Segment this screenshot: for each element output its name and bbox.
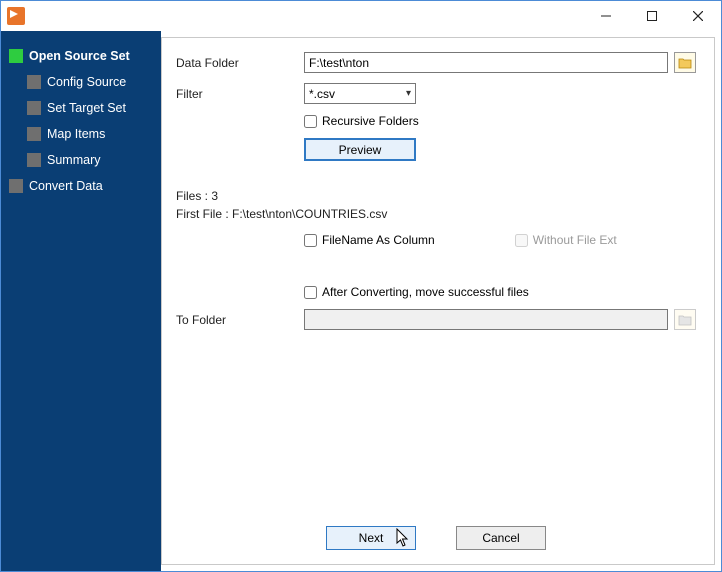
step-box-icon [9,49,23,63]
browse-data-folder-button[interactable] [674,52,696,73]
wizard-window: Open Source Set Config Source Set Target… [0,0,722,572]
close-button[interactable] [675,1,721,31]
step-box-icon [27,153,41,167]
step-box-icon [27,75,41,89]
sidebar-item-label: Set Target Set [47,101,126,115]
browse-to-folder-button [674,309,696,330]
window-buttons [583,1,721,31]
sidebar-item-summary[interactable]: Summary [25,147,157,173]
filename-as-column-checkbox[interactable]: FileName As Column [304,233,435,247]
sidebar-item-label: Map Items [47,127,105,141]
minimize-button[interactable] [583,1,629,31]
cancel-button[interactable]: Cancel [456,526,546,550]
chevron-down-icon: ▾ [406,88,411,99]
sidebar-item-label: Config Source [47,75,126,89]
sidebar-item-label: Summary [47,153,100,167]
filename-as-column-label: FileName As Column [322,233,435,247]
wizard-sidebar: Open Source Set Config Source Set Target… [1,31,161,571]
to-folder-label: To Folder [176,313,304,327]
sidebar-item-set-target-set[interactable]: Set Target Set [25,95,157,121]
files-count-label: Files : 3 [176,189,696,203]
titlebar [1,1,721,31]
step-box-icon [9,179,23,193]
recursive-folders-checkbox[interactable]: Recursive Folders [304,114,419,128]
sidebar-item-convert-data[interactable]: Convert Data [7,173,157,199]
sidebar-item-open-source-set[interactable]: Open Source Set [7,43,157,69]
wizard-footer: Next Cancel [176,516,696,554]
preview-button[interactable]: Preview [304,138,416,161]
folder-icon [678,314,692,326]
sidebar-item-map-items[interactable]: Map Items [25,121,157,147]
next-button[interactable]: Next [326,526,416,550]
without-file-ext-box [515,234,528,247]
app-icon [7,7,25,25]
filename-as-column-box[interactable] [304,234,317,247]
after-converting-label: After Converting, move successful files [322,285,529,299]
without-file-ext-checkbox: Without File Ext [515,233,617,247]
sidebar-item-config-source[interactable]: Config Source [25,69,157,95]
after-converting-checkbox[interactable]: After Converting, move successful files [304,285,529,299]
data-folder-input[interactable] [304,52,668,73]
recursive-folders-box[interactable] [304,115,317,128]
sidebar-item-label: Open Source Set [29,49,130,63]
data-folder-label: Data Folder [176,56,304,70]
after-converting-box[interactable] [304,286,317,299]
folder-icon [678,57,692,69]
recursive-folders-label: Recursive Folders [322,114,419,128]
filter-combo[interactable]: *.csv ▾ [304,83,416,104]
filter-label: Filter [176,87,304,101]
filter-value: *.csv [309,87,335,101]
step-box-icon [27,127,41,141]
sidebar-item-label: Convert Data [29,179,103,193]
first-file-label: First File : F:\test\nton\COUNTRIES.csv [176,207,696,221]
content-panel: Data Folder Filter *.csv ▾ [161,37,715,565]
without-file-ext-label: Without File Ext [533,233,617,247]
maximize-button[interactable] [629,1,675,31]
step-box-icon [27,101,41,115]
to-folder-input [304,309,668,330]
